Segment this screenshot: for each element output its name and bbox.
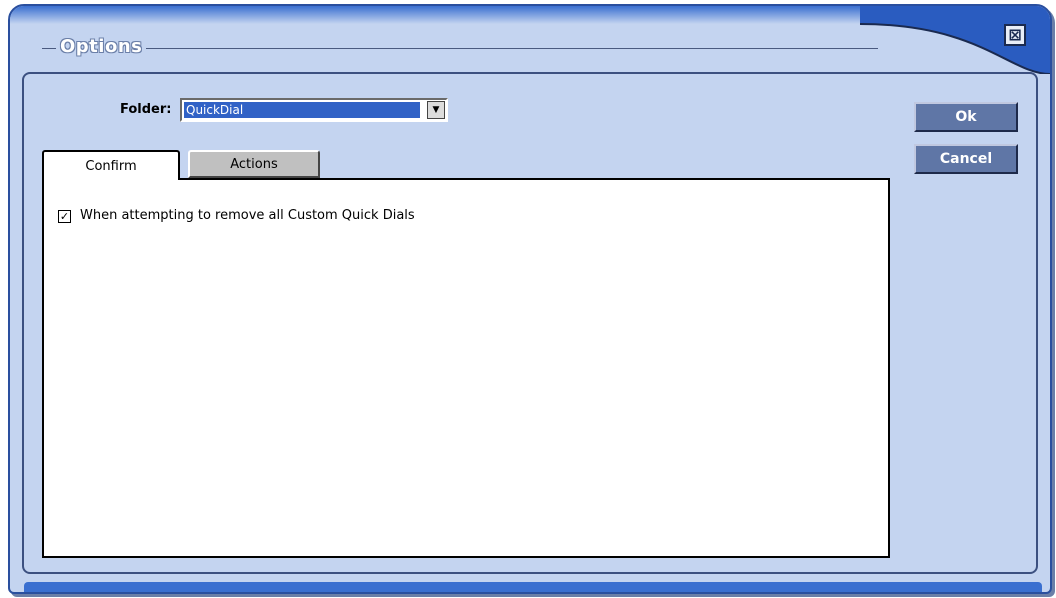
- options-window: Options ⊠ Folder: QuickDial ▼ Ok Cancel …: [8, 4, 1052, 594]
- folder-dropdown[interactable]: QuickDial ▼: [180, 98, 448, 122]
- ok-button[interactable]: Ok: [914, 102, 1018, 132]
- tab-actions-label: Actions: [230, 156, 278, 172]
- tab-content-confirm: ✓ When attempting to remove all Custom Q…: [42, 178, 890, 558]
- folder-label: Folder:: [120, 102, 172, 117]
- cancel-button[interactable]: Cancel: [914, 144, 1018, 174]
- dropdown-arrow-button[interactable]: ▼: [427, 101, 445, 119]
- close-button[interactable]: ⊠: [1004, 24, 1026, 46]
- chevron-down-icon: ▼: [432, 105, 440, 115]
- remove-all-quick-dials-checkbox[interactable]: ✓: [58, 210, 71, 223]
- window-title: Options: [60, 36, 143, 57]
- tab-confirm[interactable]: Confirm: [42, 150, 180, 180]
- tab-actions[interactable]: Actions: [188, 150, 320, 178]
- bottom-frame-bar: [24, 582, 1042, 592]
- title-rule-right: [146, 48, 878, 49]
- folder-selected-value[interactable]: QuickDial: [184, 102, 420, 118]
- options-panel: Folder: QuickDial ▼ Ok Cancel Confirm Ac…: [22, 72, 1038, 574]
- checkmark-icon: ✓: [59, 210, 70, 223]
- tab-confirm-label: Confirm: [85, 158, 137, 174]
- title-rule-left: [42, 48, 56, 49]
- close-icon: ⊠: [1008, 25, 1022, 44]
- remove-all-quick-dials-label[interactable]: When attempting to remove all Custom Qui…: [80, 208, 415, 223]
